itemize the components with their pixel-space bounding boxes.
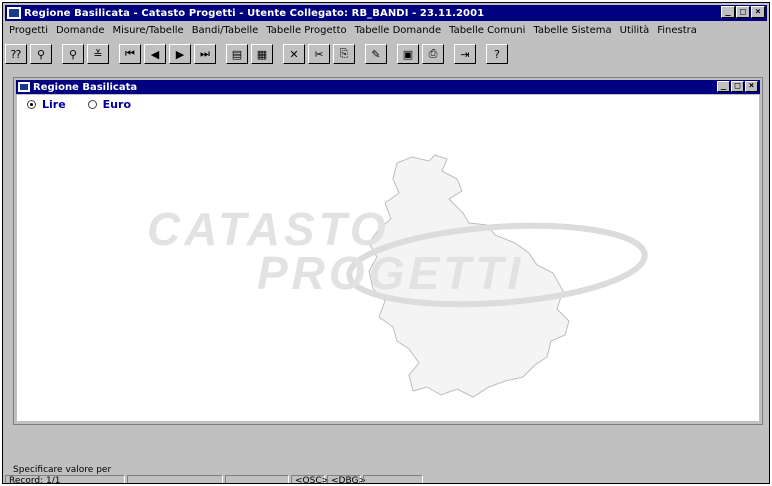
watermark-line2: PROGETTI	[257, 247, 524, 299]
toolbar: ⁇ ⚲ ⚲ ≚ ⏮ ◀ ▶ ⏭ ▤ ▦ ✕ ✂ ⎘ ✎ ▣ ⎙ ⇥?	[5, 40, 767, 68]
menu-progetti[interactable]: Progetti	[5, 25, 52, 36]
app-title: Regione Basilicata - Catasto Progetti - …	[24, 7, 485, 19]
menu-domande[interactable]: Domande	[52, 25, 109, 36]
status-record: Record: 1/1	[5, 475, 125, 483]
menu-tabelle-progetto[interactable]: Tabelle Progetto	[262, 25, 350, 36]
menu-finestra[interactable]: Finestra	[653, 25, 701, 36]
child-window-title: Regione Basilicata	[33, 81, 138, 93]
application-window: Regione Basilicata - Catasto Progetti - …	[2, 2, 770, 484]
menu-misure-tabelle[interactable]: Misure/Tabelle	[109, 25, 188, 36]
child-window-titlebar[interactable]: Regione Basilicata _ □ ×	[16, 80, 760, 94]
previous-record-icon[interactable]: ◀	[144, 44, 166, 64]
filter-icon[interactable]: ≚	[87, 44, 109, 64]
child-window-client: Lire Euro CATASTO PROGETTI	[17, 95, 759, 421]
app-logo-icon	[7, 7, 21, 19]
status-bar: Record: 1/1 <OSC> <DBG>	[5, 475, 767, 483]
save-icon[interactable]: ▣	[397, 44, 419, 64]
help-icon[interactable]: ?	[486, 44, 508, 64]
status-message: Specificare valore per	[13, 465, 112, 475]
menu-bandi-tabelle[interactable]: Bandi/Tabelle	[188, 25, 263, 36]
menu-tabelle-domande[interactable]: Tabelle Domande	[351, 25, 446, 36]
edit-record-icon[interactable]: ▦	[251, 44, 273, 64]
print-icon[interactable]: ⎙	[422, 44, 444, 64]
child-window-logo-icon	[18, 82, 30, 92]
close-button[interactable]: ×	[751, 6, 765, 18]
binoculars-red-icon[interactable]: ⚲	[62, 44, 84, 64]
exit-icon[interactable]: ⇥	[454, 44, 476, 64]
app-titlebar[interactable]: Regione Basilicata - Catasto Progetti - …	[5, 5, 767, 21]
child-minimize-button[interactable]: _	[717, 81, 730, 92]
status-dbg: <DBG>	[327, 475, 366, 483]
child-close-button[interactable]: ×	[745, 81, 758, 92]
paste-icon[interactable]: ✎	[365, 44, 387, 64]
menu-tabelle-comuni[interactable]: Tabelle Comuni	[445, 25, 529, 36]
next-record-icon[interactable]: ▶	[169, 44, 191, 64]
catasto-progetti-watermark: CATASTO PROGETTI	[147, 154, 648, 398]
last-record-icon[interactable]: ⏭	[194, 44, 216, 64]
copy-icon[interactable]: ⎘	[333, 44, 355, 64]
menu-bar: Progetti Domande Misure/Tabelle Bandi/Ta…	[5, 22, 767, 38]
new-record-icon[interactable]: ▤	[226, 44, 248, 64]
cut-icon[interactable]: ✂	[308, 44, 330, 64]
status-cell-empty-1	[127, 475, 223, 483]
menu-utilita[interactable]: Utilità	[616, 25, 654, 36]
status-osc: <OSC>	[291, 475, 329, 483]
minimize-button[interactable]: _	[721, 6, 735, 18]
first-record-icon[interactable]: ⏮	[119, 44, 141, 64]
status-cell-empty-2	[225, 475, 289, 483]
child-maximize-button[interactable]: □	[731, 81, 744, 92]
maximize-button[interactable]: □	[736, 6, 750, 18]
query-find-icon[interactable]: ⁇	[5, 44, 27, 64]
binoculars-icon[interactable]: ⚲	[30, 44, 52, 64]
status-cell-empty-3	[363, 475, 423, 483]
menu-tabelle-sistema[interactable]: Tabelle Sistema	[529, 25, 615, 36]
delete-record-icon[interactable]: ✕	[283, 44, 305, 64]
child-window: Regione Basilicata _ □ × Lire Euro CATAS…	[13, 77, 763, 425]
